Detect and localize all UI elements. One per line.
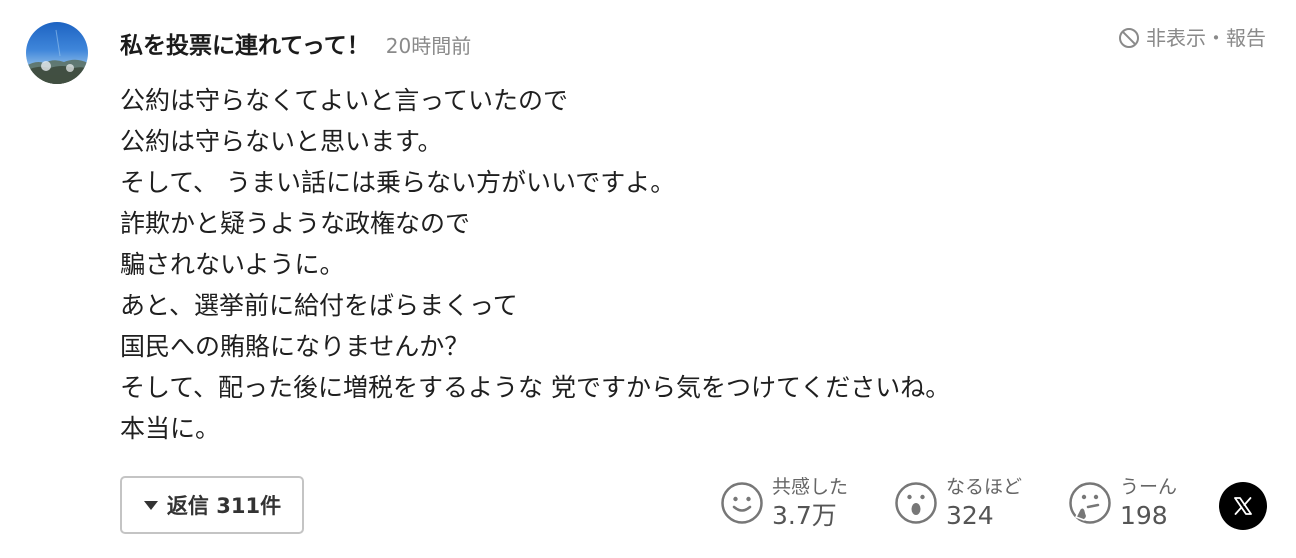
reaction-insightful-button[interactable]: なるほど 324 [894, 472, 1022, 534]
comment-line: 国民への賄賂になりませんか？ [120, 332, 470, 361]
hide-report-label: 非表示・報告 [1146, 26, 1266, 50]
share-x-button[interactable] [1219, 482, 1267, 530]
comment-line: あと、選挙前に給付をばらまくって [120, 291, 518, 320]
avatar[interactable] [26, 22, 88, 84]
comment-line: そして、 うまい話には乗らない方がいいですよ。 [120, 168, 676, 197]
comment-line: 詐欺かと疑うような政権なので [120, 209, 471, 238]
replies-label: 返信 311件 [166, 494, 282, 518]
username[interactable]: 私を投票に連れてって！ [120, 26, 370, 60]
reaction-hmm-button[interactable]: うーん 198 [1068, 472, 1177, 534]
smile-face-icon [721, 482, 763, 524]
reaction-count: 324 [946, 501, 994, 530]
thinking-face-icon [1069, 482, 1111, 524]
comment-line: 本当に。 [120, 414, 221, 443]
caret-down-icon [143, 501, 158, 510]
comment-line: そして、配った後に増税をするような 党ですから気をつけてくださいね。 [120, 373, 951, 402]
reaction-agree-button[interactable]: 共感した 3.7万 [720, 472, 848, 534]
reaction-count: 198 [1120, 501, 1168, 530]
surprised-face-icon [895, 482, 937, 524]
reaction-label: うーん [1120, 476, 1178, 498]
comment-line: 公約は守らないと思います。 [120, 127, 443, 156]
reaction-label: なるほど [946, 476, 1023, 498]
comment-body: 公約は守らなくてよいと言っていたので 公約は守らないと思います。 そして、 うま… [120, 80, 1240, 449]
x-logo-icon [1234, 497, 1252, 515]
comment-line: 騙されないように。 [120, 250, 345, 279]
hide-report-button[interactable]: 非表示・報告 [1118, 22, 1266, 51]
ban-icon [1119, 27, 1139, 48]
comment-header: 私を投票に連れてって！ 20時間前 [120, 26, 472, 60]
reaction-count: 3.7万 [772, 501, 837, 530]
comment-card: 私を投票に連れてって！ 20時間前 非表示・報告 公約は守らなくてよいと言ってい… [0, 0, 1296, 558]
timestamp: 20時間前 [385, 34, 472, 58]
replies-toggle-button[interactable]: 返信 311件 [120, 476, 304, 534]
comment-line: 公約は守らなくてよいと言っていたので [120, 86, 569, 115]
reaction-label: 共感した [772, 476, 849, 498]
